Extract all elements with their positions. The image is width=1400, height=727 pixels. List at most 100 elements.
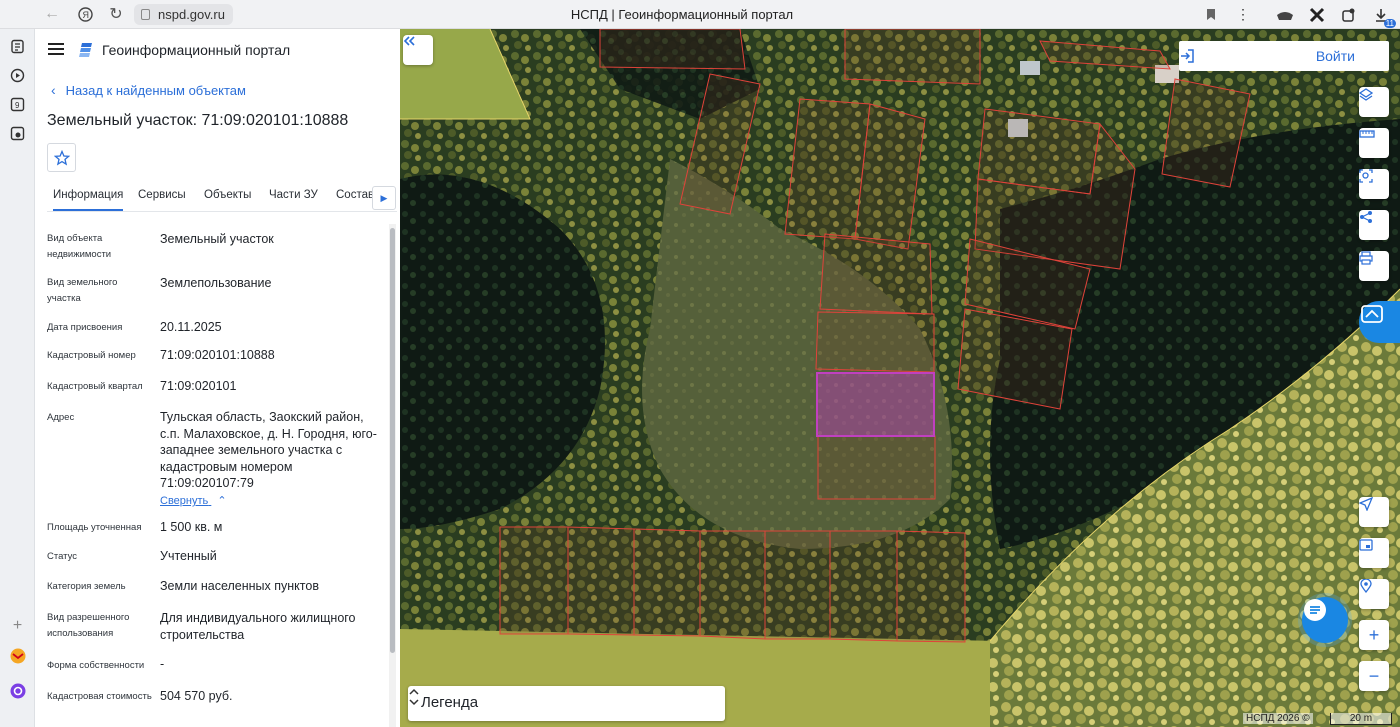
row-value-assign-date: 20.11.2025 [160,320,222,334]
yandex-icon[interactable]: Я [70,0,100,29]
minimap-button[interactable] [1359,538,1389,568]
gallery-icon[interactable] [9,125,26,142]
star-icon [53,149,70,165]
login-bar[interactable]: Войти [1179,41,1389,71]
zoom-out-button[interactable]: − [1359,661,1389,691]
collapse-address-link[interactable]: Свернуть ⌃ [160,494,227,507]
calendar-icon[interactable]: 9 [9,96,26,113]
browser-toolbar: ← Я ↻ nspd.gov.ru НСПД | Геоинформационн… [0,0,1400,29]
reload-icon[interactable]: ↻ [101,0,131,29]
row-label-assign-date: Дата присвоения [47,322,123,333]
back-link-label: Назад к найденным объектам [65,82,246,98]
extension-hat-icon[interactable] [1276,6,1294,24]
row-value-permitted-use: Для индивидуального жилищного строительс… [160,611,356,642]
row-value-land-category: Земли населенных пунктов [160,579,319,593]
portal-logo-icon [79,41,95,59]
info-panel: Геоинформационный портал ‹ Назад к найде… [35,29,400,727]
browser-tools: ⋮ 11 [1202,0,1396,29]
login-label: Войти [1315,48,1355,64]
scale-bar: 20 m [1330,713,1392,725]
panel-header: Геоинформационный портал [35,29,400,71]
legend-toggle[interactable]: Легенда [408,686,725,721]
row-value-cadastral-value: 504 570 руб. [160,689,233,703]
services-logo-icon [1361,305,1383,323]
copyright-text: НСПД 2026 © [1243,713,1313,724]
row-value-address: Тульская область, Заокский район, с.п. М… [160,410,377,490]
more-menu-icon[interactable]: ⋮ [1234,6,1252,24]
tabs-scroll-right-button[interactable]: ▶ [372,186,396,210]
row-label-cadastral-quarter: Кадастровый квартал [47,381,143,392]
map-view[interactable]: Войти + − Легенда НСПД 2026 © 20 m [400,29,1400,727]
geolocate-button[interactable] [1359,497,1389,527]
mail-app-icon[interactable] [9,647,26,664]
row-value-status: Учтенный [160,549,217,563]
row-value-parcel-type: Землепользование [160,276,272,290]
tab-information[interactable]: Информация [53,189,124,211]
tab-composition[interactable]: Состав [336,189,374,201]
extension-cross-icon[interactable] [1308,6,1326,24]
browser-sidebar: 9 + [0,29,35,727]
tab-objects[interactable]: Объекты [204,189,251,201]
tab-parts[interactable]: Части ЗУ [269,189,318,201]
lock-icon [141,9,150,20]
portal-title: Геоинформационный портал [102,42,291,58]
row-value-cadastral-quarter: 71:09:020101 [160,379,237,393]
object-title: Земельный участок: 71:09:020101:10888 [47,112,349,129]
measure-button[interactable] [1359,128,1389,158]
row-label-cadastral-value: Кадастровая стоимость [47,691,152,702]
tab-services[interactable]: Сервисы [138,189,186,201]
ruler-icon [1359,130,1375,138]
url-text: nspd.gov.ru [158,7,225,22]
row-label-object-type: Вид объекта недвижимости [47,233,112,260]
zoom-select-icon [1359,169,1373,183]
satellite-imagery [400,29,1400,727]
zoom-in-button[interactable]: + [1359,620,1389,650]
row-value-area: 1 500 кв. м [160,520,223,534]
favorite-button[interactable] [47,143,76,172]
tab-bar: Информация Сервисы Объекты Части ЗУ Сост… [47,184,397,212]
chevron-up-down-icon [409,688,419,706]
bookmark-icon[interactable] [1202,6,1220,24]
svg-text:9: 9 [15,101,20,110]
extension-puzzle-icon[interactable] [1340,6,1358,24]
area-search-button[interactable] [1359,169,1389,199]
collapse-label: Свернуть [160,495,209,507]
downloads-icon[interactable]: 11 [1372,6,1396,28]
row-value-object-type: Земельный участок [160,232,274,246]
selected-parcel[interactable] [816,372,935,437]
notes-icon[interactable] [9,38,26,55]
double-chevron-left-icon [403,36,415,46]
add-panel-icon[interactable]: + [9,617,26,634]
address-bar[interactable]: nspd.gov.ru [134,4,233,25]
alice-assistant-icon[interactable] [9,682,26,699]
row-label-address: Адрес [47,412,75,423]
printer-icon [1359,251,1373,265]
video-play-icon[interactable] [9,67,26,84]
back-arrow-icon[interactable]: ← [37,0,67,29]
minus-icon: − [1368,665,1380,686]
row-label-ownership: Форма собственности [47,660,145,671]
menu-icon[interactable] [48,43,64,55]
location-pin-icon [1360,579,1372,593]
row-value-ownership: - [160,657,165,671]
panel-scroll-thumb[interactable] [390,228,395,653]
row-label-parcel-type: Вид земельного участка [47,277,118,304]
chevron-left-icon: ‹ [51,82,56,98]
share-icon [1360,211,1372,223]
panel-scrollbar[interactable] [389,224,396,727]
row-label-land-category: Категория земель [47,581,126,592]
legend-label: Легенда [421,694,479,711]
location-button[interactable] [1359,579,1389,609]
back-to-results-link[interactable]: ‹ Назад к найденным объектам [51,82,246,98]
row-label-area: Площадь уточненная [47,522,142,533]
chat-button[interactable] [1302,597,1348,643]
collapse-panel-button[interactable] [403,35,433,65]
login-icon [1181,49,1194,63]
chat-bubble-icon [1304,599,1326,621]
share-button[interactable] [1359,210,1389,240]
print-button[interactable] [1359,251,1389,281]
row-value-cadastral-number: 71:09:020101:10888 [160,348,275,362]
layers-button[interactable] [1359,87,1389,117]
services-side-tab[interactable] [1359,301,1400,343]
minimap-icon [1359,539,1373,551]
